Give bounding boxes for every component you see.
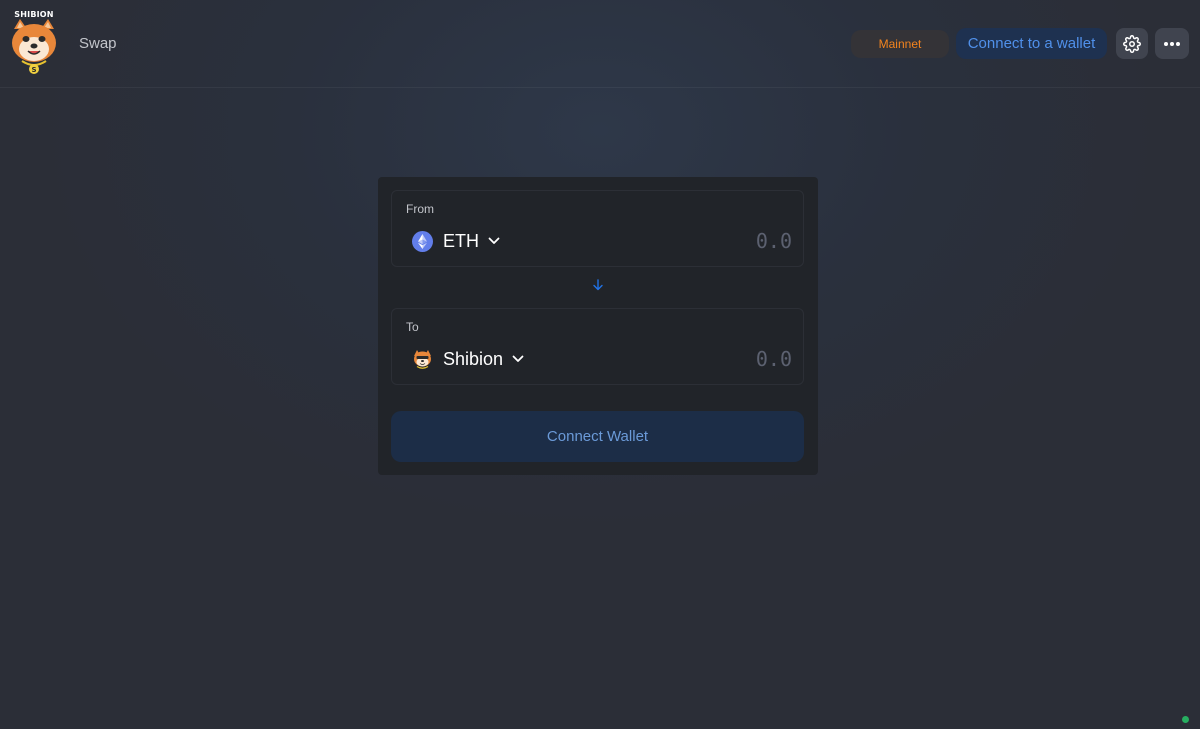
more-options-button[interactable]	[1155, 28, 1189, 59]
eth-icon	[412, 230, 433, 252]
arrow-down-icon	[593, 279, 603, 291]
to-token-select[interactable]: Shibion	[412, 347, 524, 371]
chevron-down-icon	[512, 355, 524, 362]
swap-card: From ETH To	[378, 177, 818, 475]
from-token-select[interactable]: ETH	[412, 229, 500, 253]
logo-wordmark: SHIBION	[14, 10, 54, 19]
to-panel: To Shibion	[391, 308, 804, 385]
from-label: From	[406, 202, 434, 216]
to-token-name: Shibion	[443, 348, 504, 369]
from-panel: From ETH	[391, 190, 804, 267]
shibion-icon	[414, 349, 431, 369]
shibion-logo[interactable]: SHIBION S	[8, 10, 60, 74]
network-status-dot	[1182, 716, 1189, 723]
chevron-down-icon	[488, 237, 500, 244]
connect-wallet-button[interactable]: Connect Wallet	[391, 411, 804, 462]
settings-button[interactable]	[1116, 28, 1148, 59]
to-label: To	[406, 320, 419, 334]
from-token-name: ETH	[443, 230, 479, 251]
nav-swap[interactable]: Swap	[79, 35, 117, 52]
ellipsis-icon	[1164, 41, 1180, 46]
connect-to-wallet-button[interactable]: Connect to a wallet	[956, 28, 1107, 59]
shiba-dog-icon: S	[12, 19, 56, 74]
network-badge: Mainnet	[851, 30, 949, 58]
svg-text:S: S	[31, 66, 36, 74]
switch-direction-button[interactable]	[591, 278, 605, 292]
top-bar: SHIBION S Swap Mainnet Connect to a wall…	[0, 0, 1200, 88]
from-amount-input[interactable]	[632, 229, 792, 253]
to-amount-input[interactable]	[632, 347, 792, 371]
gear-icon	[1123, 34, 1141, 53]
